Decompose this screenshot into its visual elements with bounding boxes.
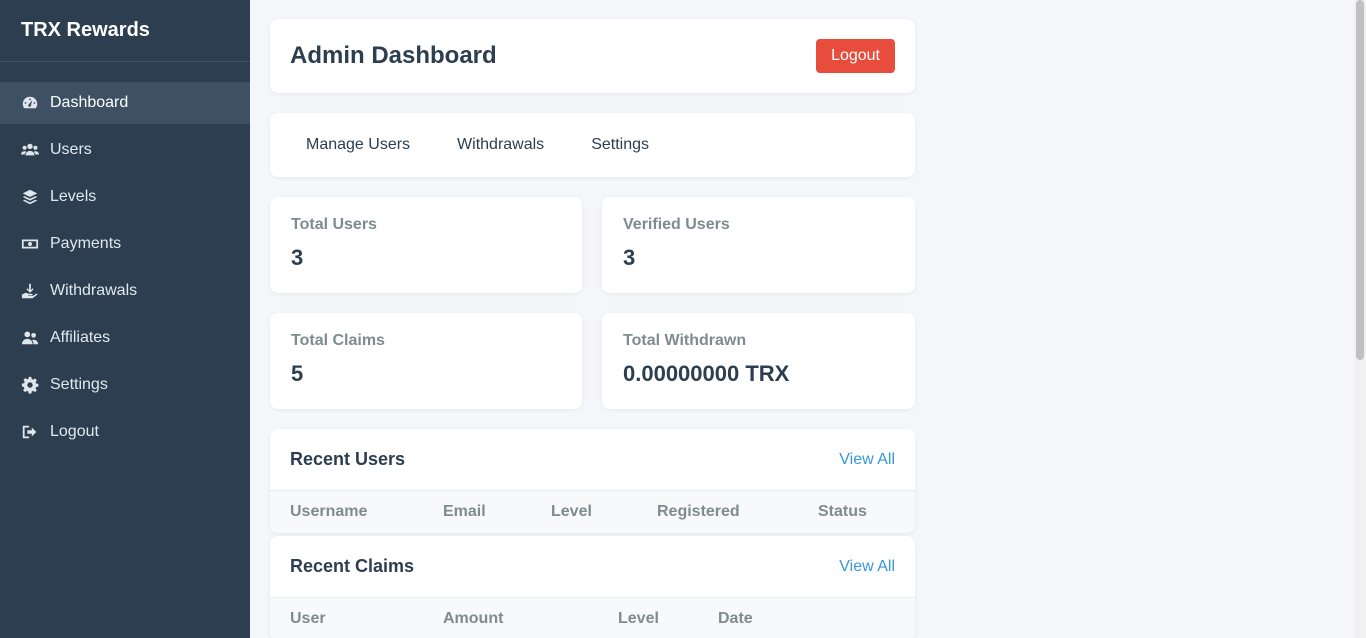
stat-card-total-claims: Total Claims 5 [270, 313, 582, 409]
table-header-row: Username Email Level Registered Status [270, 490, 915, 533]
admin-tabs: Manage Users Withdrawals Settings [270, 113, 915, 177]
sidebar: TRX Rewards Dashboard Users Levels Payme… [0, 0, 250, 638]
sidebar-item-label: Payments [50, 235, 122, 252]
table-header-row: User Amount Level Date [270, 597, 915, 638]
scrollbar-thumb[interactable] [1356, 0, 1364, 360]
stat-card-total-users: Total Users 3 [270, 197, 582, 293]
sidebar-item-label: Settings [50, 376, 108, 393]
column-header-level[interactable]: Level [618, 610, 718, 628]
stat-value: 3 [291, 245, 304, 270]
column-header-user[interactable]: User [290, 610, 443, 628]
column-header-amount[interactable]: Amount [443, 610, 618, 628]
stat-label: Verified Users [623, 216, 730, 233]
column-header-registered[interactable]: Registered [657, 503, 818, 521]
recent-users-title: Recent Users [290, 449, 406, 469]
dashboard-icon [20, 93, 40, 113]
brand-title: TRX Rewards [0, 0, 250, 62]
money-icon [20, 234, 40, 254]
recent-claims-card: Recent Claims View All User Amount Level… [270, 536, 915, 638]
sidebar-item-levels[interactable]: Levels [0, 176, 250, 218]
sidebar-item-label: Logout [50, 423, 99, 440]
sidebar-item-users[interactable]: Users [0, 129, 250, 171]
sidebar-item-label: Levels [50, 188, 97, 205]
sidebar-item-label: Affiliates [50, 329, 111, 346]
recent-claims-title: Recent Claims [290, 556, 415, 576]
stat-value: 3 [623, 245, 636, 270]
user-friends-icon [20, 328, 40, 348]
users-icon [20, 140, 40, 160]
stats-grid: Total Users 3 Verified Users 3 Total Cla… [270, 197, 915, 409]
page-title: Admin Dashboard [290, 42, 497, 69]
column-header-date[interactable]: Date [718, 610, 753, 628]
column-header-email[interactable]: Email [443, 503, 551, 521]
tab-manage-users[interactable]: Manage Users [290, 136, 426, 154]
sidebar-item-affiliates[interactable]: Affiliates [0, 317, 250, 359]
sidebar-item-logout[interactable]: Logout [0, 411, 250, 453]
sidebar-item-withdrawals[interactable]: Withdrawals [0, 270, 250, 312]
column-header-status[interactable]: Status [818, 503, 867, 521]
stat-value: 0.00000000 TRX [623, 361, 790, 386]
logout-button[interactable]: Logout [816, 39, 895, 73]
stat-label: Total Claims [291, 332, 385, 349]
recent-users-header: Recent Users View All [270, 429, 915, 490]
sidebar-item-settings[interactable]: Settings [0, 364, 250, 406]
tab-settings[interactable]: Settings [575, 136, 665, 154]
stat-card-verified-users: Verified Users 3 [602, 197, 915, 293]
sidebar-item-label: Dashboard [50, 94, 129, 111]
hand-money-icon [20, 281, 40, 301]
tab-withdrawals[interactable]: Withdrawals [441, 136, 560, 154]
page-scrollbar[interactable] [1354, 0, 1366, 638]
sidebar-item-label: Withdrawals [50, 282, 138, 299]
gear-icon [20, 375, 40, 395]
main-content: Admin Dashboard Logout Manage Users With… [270, 19, 915, 638]
sidebar-item-label: Users [50, 141, 92, 158]
stat-label: Total Users [291, 216, 377, 233]
layers-icon [20, 187, 40, 207]
view-all-users-link[interactable]: View All [839, 451, 895, 469]
view-all-claims-link[interactable]: View All [839, 558, 895, 576]
recent-users-card: Recent Users View All Username Email Lev… [270, 429, 915, 533]
recent-claims-header: Recent Claims View All [270, 536, 915, 597]
page-header: Admin Dashboard Logout [270, 19, 915, 93]
column-header-username[interactable]: Username [290, 503, 443, 521]
column-header-level[interactable]: Level [551, 503, 657, 521]
stat-card-total-withdrawn: Total Withdrawn 0.00000000 TRX [602, 313, 915, 409]
stat-value: 5 [291, 361, 304, 386]
sidebar-item-dashboard[interactable]: Dashboard [0, 82, 250, 124]
sign-out-icon [20, 422, 40, 442]
sidebar-nav: Dashboard Users Levels Payments Withdraw… [0, 82, 250, 453]
stat-label: Total Withdrawn [623, 332, 747, 349]
sidebar-item-payments[interactable]: Payments [0, 223, 250, 265]
